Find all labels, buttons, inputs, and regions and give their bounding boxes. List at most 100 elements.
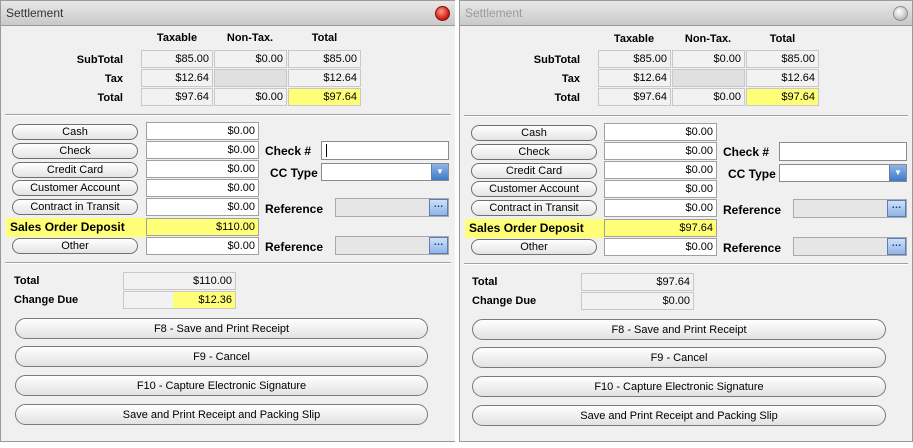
contract-in-transit-button[interactable]: Contract in Transit	[12, 199, 138, 215]
divider	[5, 262, 451, 264]
cc-type-select[interactable]: ▼	[321, 163, 449, 181]
total-total: $97.64	[746, 88, 819, 106]
check-amount[interactable]: $0.00	[146, 141, 259, 159]
reference-input: …	[793, 199, 907, 218]
total-label: Total	[472, 276, 498, 288]
save-print-packing-slip-button[interactable]: Save and Print Receipt and Packing Slip	[472, 405, 886, 426]
check-number-label: Check #	[723, 145, 770, 159]
other-button[interactable]: Other	[12, 238, 138, 254]
subtotal-total: $85.00	[288, 50, 361, 68]
row-label-total: Total	[554, 92, 580, 104]
tax-taxable: $12.64	[141, 69, 213, 87]
cash-amount[interactable]: $0.00	[604, 123, 717, 141]
customer-account-amount[interactable]: $0.00	[146, 179, 259, 197]
reference-input-2: …	[335, 236, 449, 255]
row-label-subtotal: SubTotal	[533, 54, 580, 66]
check-amount[interactable]: $0.00	[604, 142, 717, 160]
divider	[464, 115, 908, 117]
credit-card-button[interactable]: Credit Card	[12, 162, 138, 178]
check-button[interactable]: Check	[471, 144, 597, 160]
cash-button[interactable]: Cash	[471, 125, 597, 141]
settlement-window-right: Settlement Taxable Non-Tax. Total SubTot…	[459, 0, 913, 442]
chevron-down-icon[interactable]: ▼	[889, 165, 906, 181]
other-amount[interactable]: $0.00	[604, 238, 717, 256]
customer-account-button[interactable]: Customer Account	[471, 181, 597, 197]
tax-total: $12.64	[746, 69, 819, 87]
row-label-total: Total	[97, 92, 123, 104]
credit-card-button[interactable]: Credit Card	[471, 163, 597, 179]
total-taxable: $97.64	[598, 88, 671, 106]
cancel-button[interactable]: F9 - Cancel	[472, 347, 886, 368]
col-header-taxable: Taxable	[156, 32, 198, 44]
sales-order-deposit-label: Sales Order Deposit	[465, 219, 604, 238]
ellipsis-icon[interactable]: …	[429, 199, 448, 216]
cc-type-label: CC Type	[728, 167, 776, 181]
subtotal-total: $85.00	[746, 50, 819, 68]
contract-in-transit-button[interactable]: Contract in Transit	[471, 200, 597, 216]
credit-card-amount[interactable]: $0.00	[146, 160, 259, 178]
tax-total: $12.64	[288, 69, 361, 87]
divider	[5, 114, 451, 116]
customer-account-amount[interactable]: $0.00	[604, 180, 717, 198]
check-button[interactable]: Check	[12, 143, 138, 159]
ellipsis-icon[interactable]: …	[429, 237, 448, 254]
tax-nontax	[214, 69, 287, 87]
sales-order-deposit-label: Sales Order Deposit	[6, 218, 146, 237]
row-label-subtotal: SubTotal	[76, 54, 123, 66]
row-label-tax: Tax	[561, 73, 580, 85]
check-number-label: Check #	[265, 144, 312, 158]
reference-label: Reference	[265, 202, 324, 216]
subtotal-nontax: $0.00	[672, 50, 745, 68]
window-title: Settlement	[6, 6, 64, 20]
contract-in-transit-amount[interactable]: $0.00	[604, 199, 717, 217]
other-amount[interactable]: $0.00	[146, 237, 259, 255]
reference-label-2: Reference	[265, 240, 324, 254]
cash-button[interactable]: Cash	[12, 124, 138, 140]
other-button[interactable]: Other	[471, 239, 597, 255]
change-due-value: $12.36	[123, 291, 236, 309]
change-due-value: $0.00	[581, 292, 694, 310]
customer-account-button[interactable]: Customer Account	[12, 180, 138, 196]
save-print-receipt-button[interactable]: F8 - Save and Print Receipt	[15, 318, 428, 339]
settlement-window-left: Settlement Taxable Non-Tax. Total SubTot…	[0, 0, 456, 442]
reference-input-2: …	[793, 237, 907, 256]
col-header-nontax: Non-Tax.	[226, 32, 274, 44]
change-due-amount: $12.36	[173, 292, 235, 308]
reference-input: …	[335, 198, 449, 217]
save-print-packing-slip-button[interactable]: Save and Print Receipt and Packing Slip	[15, 404, 428, 425]
change-due-label: Change Due	[14, 294, 79, 306]
cc-type-select[interactable]: ▼	[779, 164, 907, 182]
capture-signature-button[interactable]: F10 - Capture Electronic Signature	[15, 375, 428, 396]
save-print-receipt-button[interactable]: F8 - Save and Print Receipt	[472, 319, 886, 340]
ellipsis-icon[interactable]: …	[887, 238, 906, 255]
sales-order-deposit-amount[interactable]: $110.00	[146, 218, 259, 236]
check-number-input[interactable]	[779, 142, 907, 161]
total-taxable: $97.64	[141, 88, 213, 106]
credit-card-amount[interactable]: $0.00	[604, 161, 717, 179]
sales-order-deposit-amount[interactable]: $97.64	[604, 219, 717, 237]
tax-nontax	[672, 69, 745, 87]
row-label-tax: Tax	[104, 73, 123, 85]
contract-in-transit-amount[interactable]: $0.00	[146, 198, 259, 216]
cancel-button[interactable]: F9 - Cancel	[15, 346, 428, 367]
close-icon[interactable]	[893, 6, 908, 21]
col-header-nontax: Non-Tax.	[684, 33, 732, 45]
subtotal-taxable: $85.00	[598, 50, 671, 68]
divider	[464, 263, 908, 265]
reference-label: Reference	[723, 203, 782, 217]
total-label: Total	[14, 275, 40, 287]
cc-type-label: CC Type	[270, 166, 318, 180]
chevron-down-icon[interactable]: ▼	[431, 164, 448, 180]
total-value: $110.00	[123, 272, 236, 290]
cash-amount[interactable]: $0.00	[146, 122, 259, 140]
total-nontax: $0.00	[214, 88, 287, 106]
total-total: $97.64	[288, 88, 361, 106]
tax-taxable: $12.64	[598, 69, 671, 87]
capture-signature-button[interactable]: F10 - Capture Electronic Signature	[472, 376, 886, 397]
text-caret	[326, 144, 327, 157]
window-title: Settlement	[465, 6, 523, 20]
subtotal-taxable: $85.00	[141, 50, 213, 68]
check-number-input[interactable]	[321, 141, 449, 160]
ellipsis-icon[interactable]: …	[887, 200, 906, 217]
close-icon[interactable]	[435, 6, 450, 21]
